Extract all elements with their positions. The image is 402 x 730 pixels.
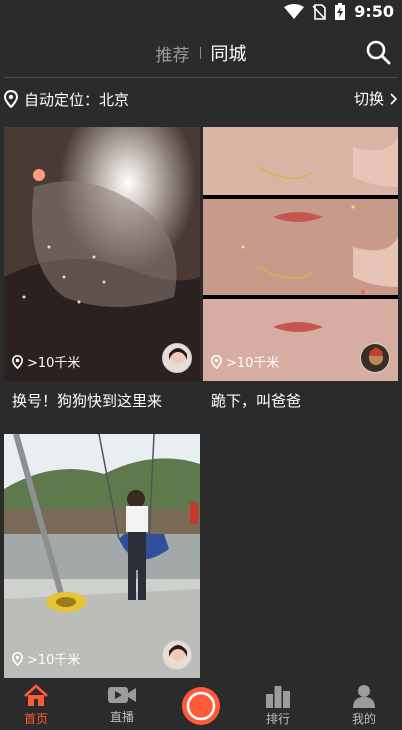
status-icons: 9:50 bbox=[284, 2, 394, 21]
distance-badge: >10千米 bbox=[211, 352, 279, 371]
switch-city-button[interactable]: 切换 bbox=[354, 88, 398, 109]
location-pin-icon bbox=[12, 354, 23, 369]
search-icon[interactable] bbox=[364, 38, 392, 66]
location-row: 自动定位：北京 切换 bbox=[4, 86, 398, 112]
status-bar: 9:50 bbox=[0, 0, 402, 24]
home-icon bbox=[24, 684, 48, 706]
chevron-right-icon bbox=[390, 92, 398, 105]
avatar[interactable] bbox=[162, 343, 192, 373]
tab-same-city[interactable]: 同城 bbox=[201, 40, 257, 66]
nav-ranking[interactable]: 排行 bbox=[248, 684, 308, 730]
nav-label: 排行 bbox=[265, 712, 290, 726]
avatar[interactable] bbox=[162, 640, 192, 670]
switch-label: 切换 bbox=[353, 90, 384, 108]
video-thumbnail bbox=[203, 127, 398, 381]
record-icon[interactable] bbox=[181, 686, 221, 726]
wifi-icon bbox=[284, 3, 305, 19]
nav-label: 我的 bbox=[351, 712, 376, 726]
location-label: 自动定位：北京 bbox=[24, 90, 130, 109]
location-pin-icon bbox=[12, 651, 23, 666]
feed-card-1[interactable]: >10千米 bbox=[4, 127, 200, 381]
location-pin-icon bbox=[4, 90, 18, 108]
nav-home[interactable]: 首页 bbox=[6, 684, 66, 730]
no-sim-icon bbox=[312, 3, 327, 20]
distance-text: >10千米 bbox=[27, 653, 81, 668]
location-pin-icon bbox=[211, 354, 222, 369]
feed-card-3[interactable]: >10千米 bbox=[4, 434, 200, 678]
battery-charging-icon bbox=[335, 2, 346, 20]
person-icon bbox=[353, 685, 375, 708]
header: 推荐 同城 bbox=[0, 34, 402, 74]
tab-recommended[interactable]: 推荐 bbox=[146, 41, 200, 66]
status-time: 9:50 bbox=[354, 2, 394, 21]
feed-title-2[interactable]: 跪下，叫爸爸 bbox=[211, 390, 301, 411]
video-thumbnail bbox=[4, 127, 200, 381]
tab-bar: 推荐 同城 bbox=[0, 40, 402, 66]
header-divider bbox=[4, 77, 398, 78]
feed-card-2[interactable]: >10千米 bbox=[203, 127, 398, 381]
video-camera-icon bbox=[108, 687, 136, 703]
distance-text: >10千米 bbox=[27, 356, 81, 371]
nav-label: 直播 bbox=[109, 710, 134, 724]
nav-label: 首页 bbox=[23, 712, 48, 726]
distance-badge: >10千米 bbox=[12, 649, 80, 668]
distance-text: >10千米 bbox=[226, 356, 280, 371]
avatar[interactable] bbox=[360, 343, 390, 373]
feed-title-1[interactable]: 换号！狗狗快到这里来 bbox=[12, 390, 162, 411]
bar-chart-icon bbox=[266, 686, 290, 708]
screen: 9:50 推荐 同城 自动定位：北京 切换 >10千米 换号！狗狗快到这里来 >… bbox=[0, 0, 402, 730]
nav-profile[interactable]: 我的 bbox=[334, 684, 394, 730]
distance-badge: >10千米 bbox=[12, 352, 80, 371]
nav-live[interactable]: 直播 bbox=[92, 684, 152, 730]
